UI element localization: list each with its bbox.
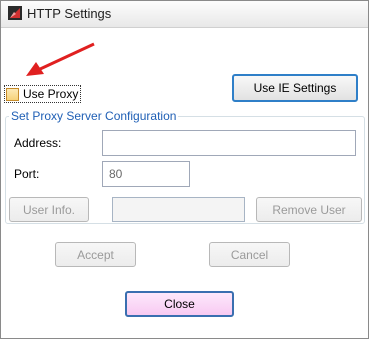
address-label: Address:: [14, 136, 62, 150]
checkbox-box[interactable]: [6, 87, 19, 101]
use-proxy-label: Use Proxy: [23, 87, 79, 101]
remove-user-button[interactable]: Remove User: [256, 197, 362, 222]
use-ie-settings-button[interactable]: Use IE Settings: [232, 74, 358, 102]
user-info-button[interactable]: User Info.: [9, 197, 89, 222]
red-arrow-annotation: [26, 42, 95, 76]
accept-button[interactable]: Accept: [55, 242, 136, 267]
address-input[interactable]: [102, 130, 356, 156]
app-icon: [8, 6, 22, 20]
proxy-config-group-title: Set Proxy Server Configuration: [9, 109, 179, 123]
port-label: Port:: [14, 167, 40, 181]
window-title: HTTP Settings: [27, 6, 112, 21]
use-proxy-checkbox[interactable]: Use Proxy: [4, 85, 82, 103]
title-bar: HTTP Settings: [1, 1, 368, 28]
cancel-button[interactable]: Cancel: [209, 242, 290, 267]
port-input[interactable]: [102, 161, 190, 187]
user-info-field[interactable]: [112, 197, 245, 222]
close-button[interactable]: Close: [125, 291, 234, 317]
